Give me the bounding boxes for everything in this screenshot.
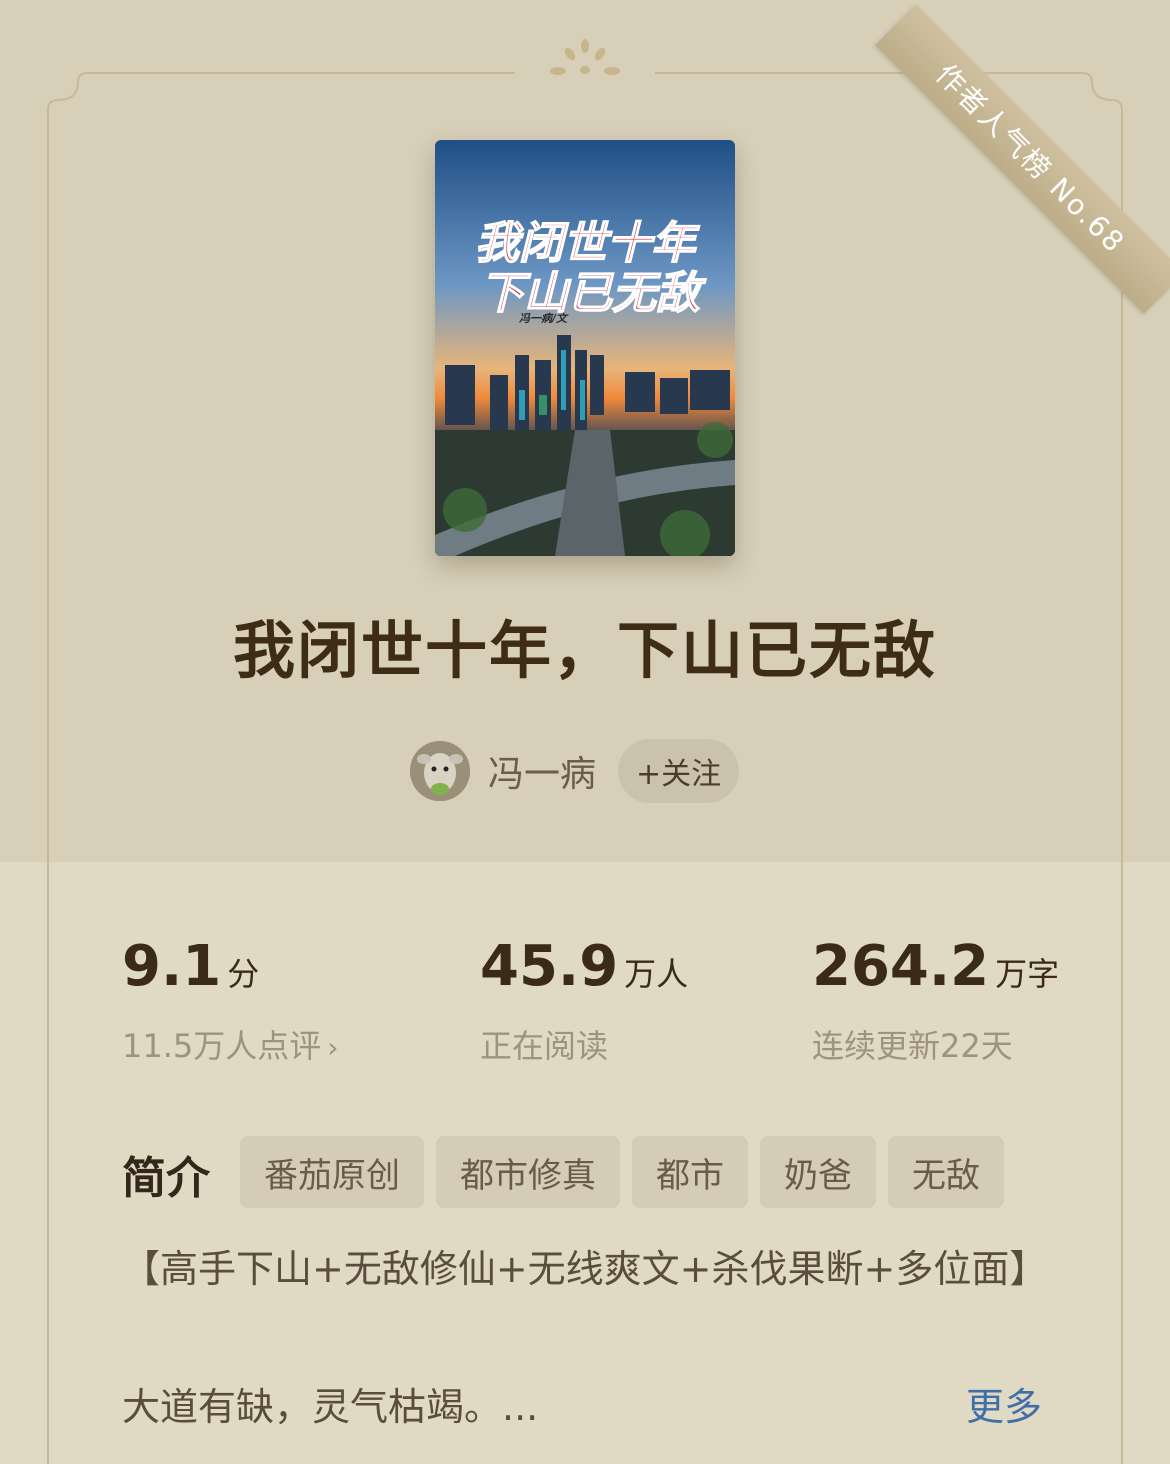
author-avatar[interactable] (410, 741, 470, 801)
follow-button[interactable]: +关注 (618, 739, 740, 803)
cover-title-line1: 我闭世十年 (475, 218, 700, 269)
intro-excerpt: 大道有缺，灵气枯竭。... (122, 1385, 539, 1429)
tag-item[interactable]: 都市 (632, 1136, 748, 1208)
readers-stat: 45.9 万人 正在阅读 (480, 934, 688, 1067)
intro-summary: 【高手下山+无敌修仙+无线爽文+杀伐果断+多位面】 (122, 1247, 1048, 1291)
ornament-icon (550, 39, 620, 75)
intro-label: 简介 (122, 1153, 210, 1204)
readers-value: 45.9 (480, 934, 619, 999)
more-link[interactable]: 更多 (966, 1376, 1042, 1431)
rating-value: 9.1 (122, 934, 222, 999)
tag-item[interactable]: 都市修真 (436, 1136, 620, 1208)
author-row: 冯一病 +关注 (410, 738, 740, 804)
wordcount-unit: 万字 (995, 955, 1060, 993)
rating-stat[interactable]: 9.1 分 11.5万人点评 › (122, 934, 338, 1067)
cover-byline: 冯一病/文 (519, 312, 569, 325)
author-name[interactable]: 冯一病 (488, 745, 596, 797)
tag-item[interactable]: 番茄原创 (240, 1136, 424, 1208)
tag-item[interactable]: 奶爸 (760, 1136, 876, 1208)
tag-item[interactable]: 无敌 (888, 1136, 1004, 1208)
update-streak: 连续更新22天 (812, 1027, 1013, 1065)
readers-label: 正在阅读 (480, 1027, 609, 1065)
book-cover[interactable]: 我闭世十年 下山已无敌 冯一病/文 (435, 140, 735, 556)
chevron-right-icon: › (327, 1031, 339, 1064)
cover-title-line2: 下山已无敌 (480, 268, 707, 319)
wordcount-stat: 264.2 万字 连续更新22天 (812, 934, 1059, 1067)
rating-reviews: 11.5万人点评 (122, 1027, 322, 1065)
tag-list: 番茄原创 都市修真 都市 奶爸 无敌 (240, 1136, 1016, 1208)
wordcount-value: 264.2 (812, 934, 990, 999)
book-title: 我闭世十年，下山已无敌 (232, 614, 937, 687)
rating-unit: 分 (227, 955, 260, 993)
readers-unit: 万人 (624, 955, 689, 993)
